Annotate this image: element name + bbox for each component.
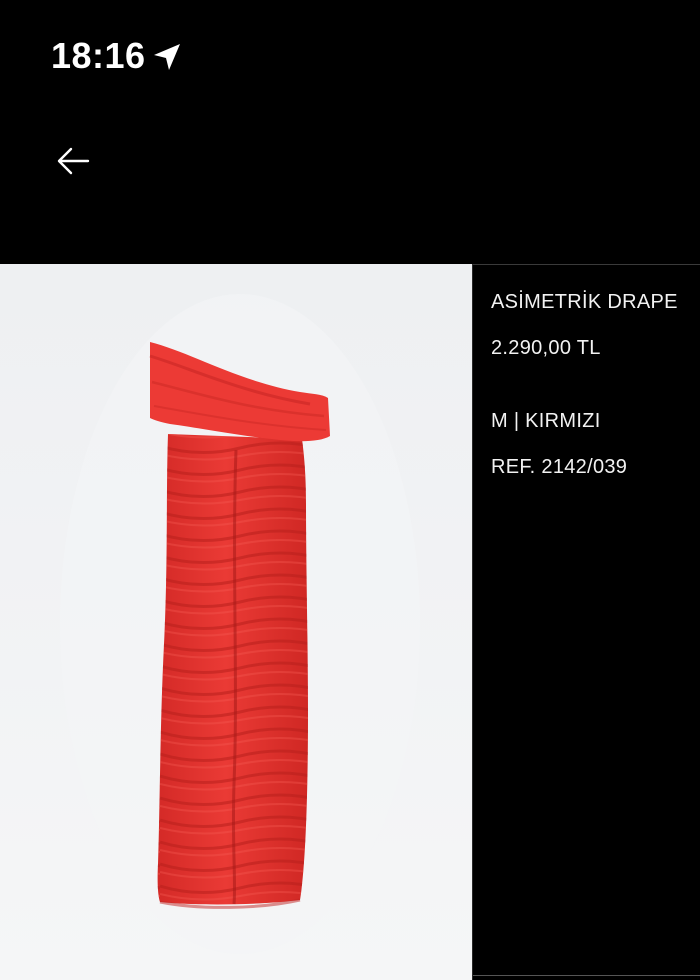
product-image[interactable] (0, 264, 472, 980)
product-price: 2.290,00 TL (491, 337, 601, 359)
divider (473, 975, 700, 976)
back-button[interactable] (52, 140, 96, 184)
arrow-left-icon (57, 147, 90, 175)
product-name[interactable]: ASİMETRİK DRAPE (491, 291, 678, 314)
location-arrow-icon (154, 44, 180, 70)
product-reference: REF. 2142/039 (491, 456, 628, 478)
product-content: ASİMETRİK DRAPE 2.290,00 TL M | KIRMIZI … (0, 264, 700, 980)
product-info-panel: ASİMETRİK DRAPE 2.290,00 TL M | KIRMIZI … (472, 264, 700, 980)
red-dress-illustration (60, 294, 420, 954)
status-bar: 18:16 (0, 0, 700, 110)
product-size-color: M | KIRMIZI (491, 410, 601, 432)
status-time: 18:16 (51, 35, 146, 76)
